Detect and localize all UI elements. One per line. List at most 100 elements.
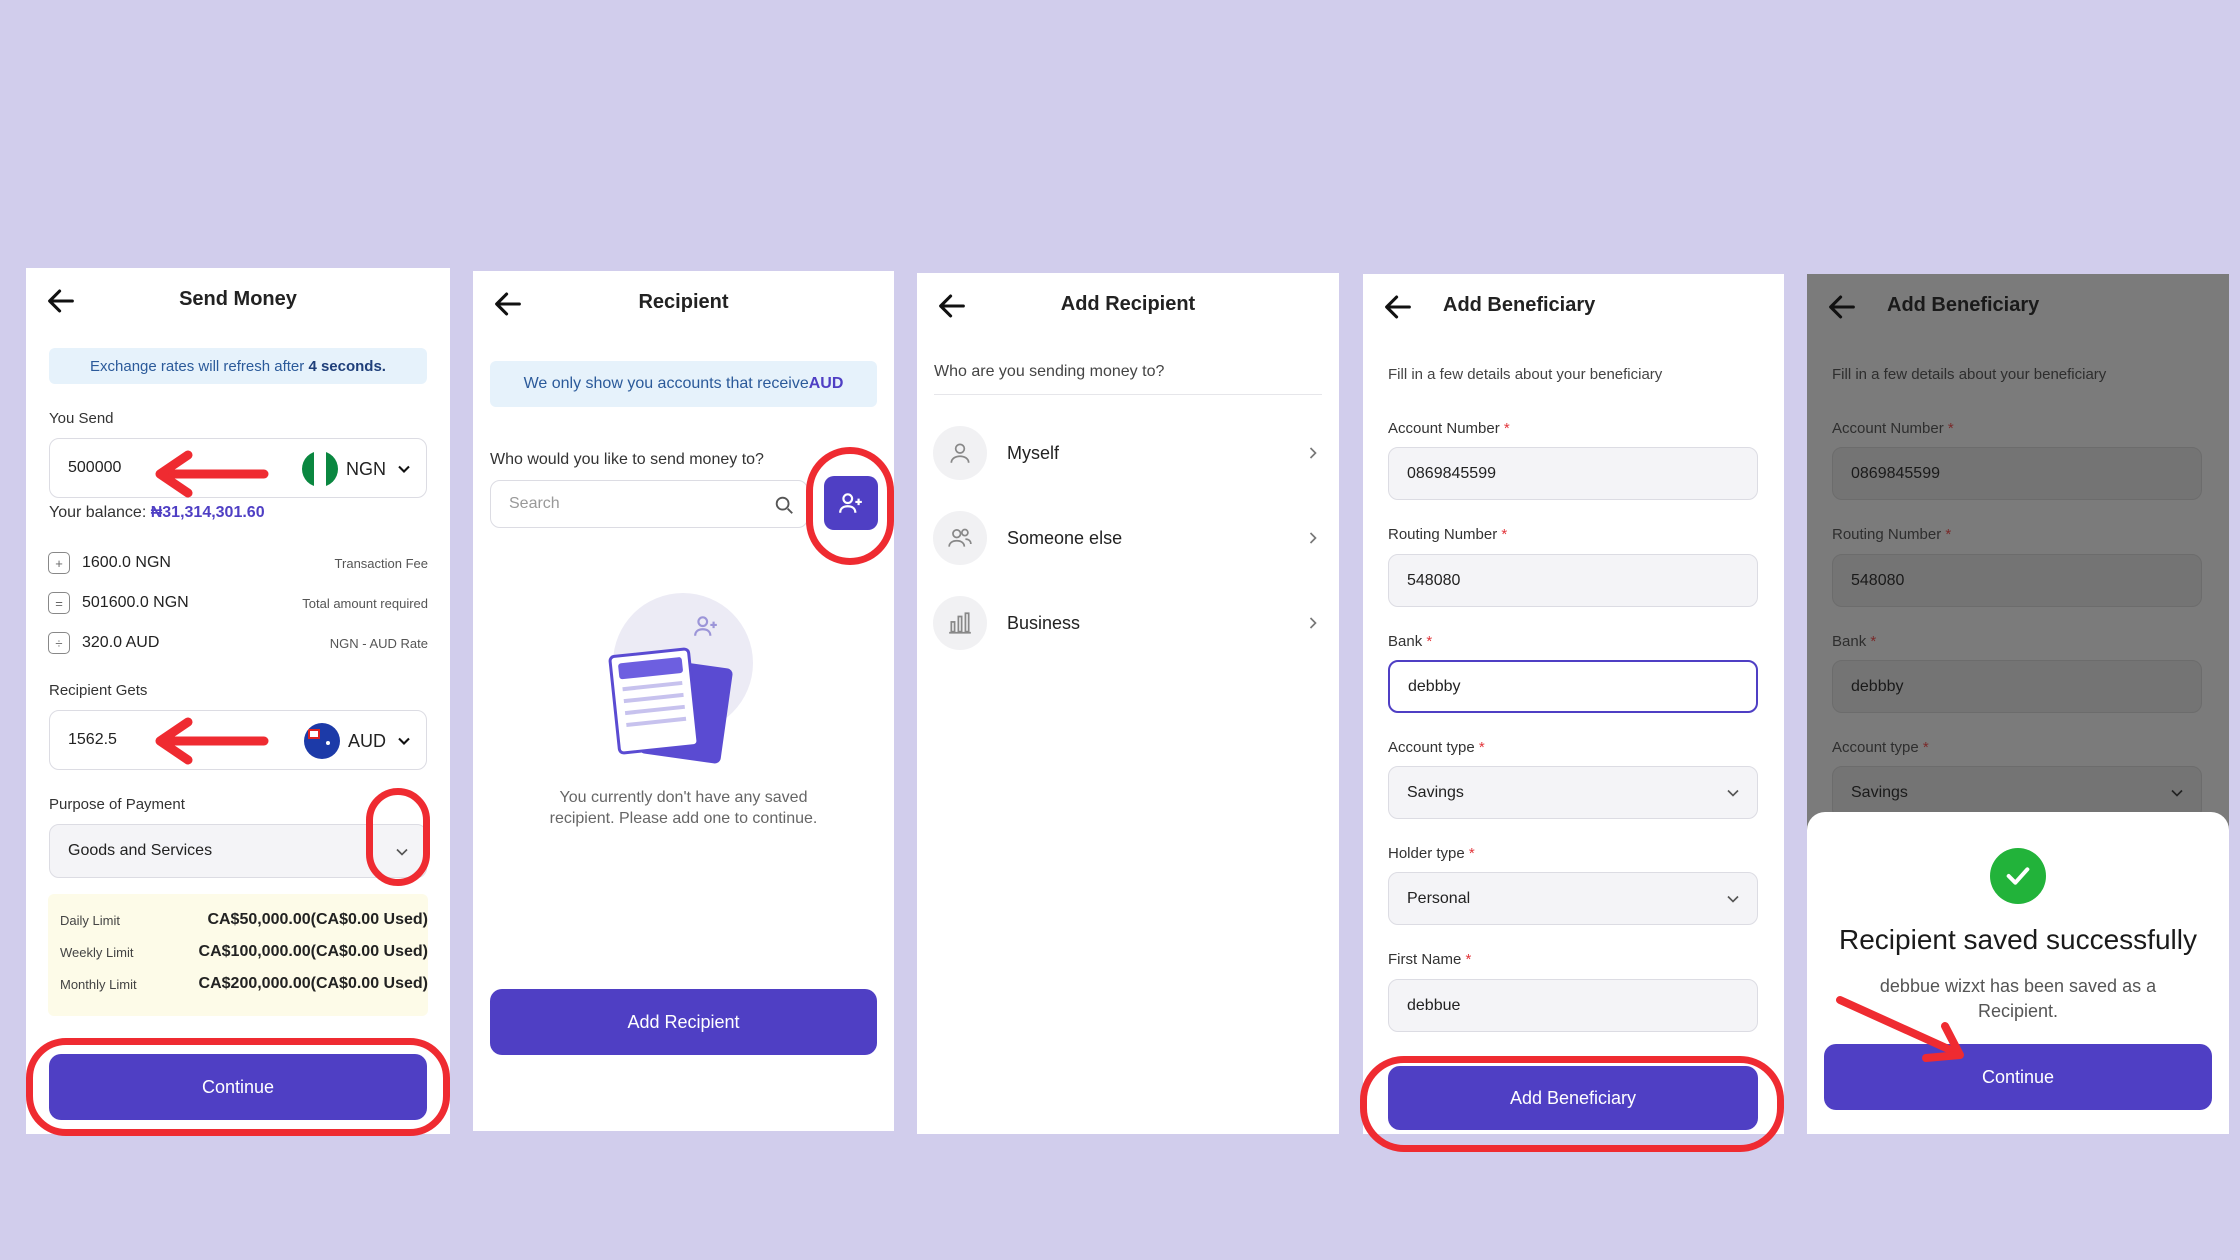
chevron-down-icon: [398, 465, 410, 473]
required-star: *: [1922, 739, 1929, 756]
success-modal: Recipient saved successfully debbue wizx…: [1807, 812, 2229, 1134]
user-icon: [933, 426, 987, 480]
bank-input[interactable]: debbby: [1388, 660, 1758, 713]
check-circle-icon: [1990, 848, 2046, 904]
first-name-label: First Name *: [1388, 951, 1471, 968]
required-star: *: [1468, 845, 1475, 862]
routing-number-label: Routing Number *: [1388, 526, 1507, 543]
required-star: *: [1870, 633, 1877, 650]
divide-icon: ÷: [48, 632, 70, 654]
option-myself[interactable]: Myself: [933, 423, 1323, 483]
search-placeholder: Search: [509, 495, 560, 512]
recipient-gets-label: Recipient Gets: [49, 682, 148, 699]
page-title: Add Beneficiary: [1443, 294, 1596, 316]
account-type-label: Account type *: [1388, 739, 1485, 756]
balance-label: Your balance:: [49, 504, 151, 521]
purpose-label: Purpose of Payment: [49, 796, 185, 813]
question-label: Who would you like to send money to?: [490, 451, 764, 468]
you-send-label: You Send: [49, 410, 114, 427]
add-beneficiary-screen: Add Beneficiary Fill in a few details ab…: [1363, 274, 1784, 1134]
limit-label: Daily Limit: [60, 912, 120, 928]
continue-button[interactable]: Continue: [49, 1054, 427, 1120]
search-input[interactable]: Search: [490, 480, 808, 528]
page-title: Recipient: [638, 291, 729, 313]
required-star: *: [1465, 951, 1472, 968]
recipient-gets-value: 1562.5: [68, 731, 117, 748]
continue-button[interactable]: Continue: [1824, 1044, 2212, 1110]
recv-currency-code: AUD: [347, 730, 386, 751]
bank-label: Bank *: [1832, 633, 1876, 650]
limit-value: CA$100,000.00(CA$0.00 Used): [198, 943, 428, 960]
account-number-label: Account Number *: [1388, 420, 1510, 437]
limits-panel: Daily Limit CA$50,000.00(CA$0.00 Used) We…: [48, 894, 428, 1016]
routing-number-label: Routing Number *: [1832, 526, 1951, 543]
option-label: Business: [1007, 612, 1081, 633]
field-label: Bank: [1388, 633, 1423, 650]
total-row: = 501600.0 NGN Total amount required: [48, 588, 428, 618]
add-beneficiary-success-screen: Add Beneficiary Fill in a few details ab…: [1807, 274, 2229, 1134]
recv-currency-select[interactable]: AUD: [303, 723, 414, 759]
balance-value: ₦31,314,301.60: [150, 504, 265, 521]
user-plus-icon: [839, 493, 862, 513]
holder-type-label: Holder type *: [1388, 845, 1475, 862]
option-someone-else[interactable]: Someone else: [933, 508, 1323, 568]
purpose-select[interactable]: Goods and Services: [49, 824, 427, 878]
equals-icon: =: [48, 592, 70, 614]
field-label: Bank: [1832, 633, 1867, 650]
banner-text: Exchange rates will refresh after: [90, 357, 305, 375]
total-desc: Total amount required: [302, 595, 428, 611]
account-number-input[interactable]: 0869845599: [1388, 447, 1758, 500]
required-star: *: [1947, 420, 1954, 437]
limit-value: CA$50,000.00(CA$0.00 Used): [207, 911, 428, 928]
field-label: First Name: [1388, 951, 1462, 968]
back-arrow-icon[interactable]: [1825, 290, 1859, 324]
chevron-down-icon: [398, 737, 410, 745]
divider: [934, 394, 1322, 395]
modal-line-1: debbue wizxt has been saved as a: [1879, 976, 2157, 996]
holder-type-select[interactable]: Personal: [1388, 872, 1758, 925]
add-recipient-icon-button[interactable]: [824, 476, 878, 530]
banner-bold: AUD: [808, 375, 844, 392]
subtitle: Fill in a few details about your benefic…: [1388, 366, 1663, 383]
chevron-right-icon: [1309, 532, 1317, 544]
page-title: Add Recipient: [1060, 293, 1196, 315]
empty-line-1: You currently don't have any saved: [559, 789, 808, 806]
first-name-input[interactable]: debbue: [1388, 979, 1758, 1032]
limit-label: Weekly Limit: [60, 944, 134, 960]
send-currency-select[interactable]: NGN: [302, 451, 414, 487]
you-send-input[interactable]: 500000 NGN: [49, 438, 427, 498]
rate-row: ÷ 320.0 AUD NGN - AUD Rate: [48, 628, 428, 658]
page-title: Add Beneficiary: [1887, 294, 2040, 316]
field-label: Account Number: [1832, 420, 1944, 437]
chevron-right-icon: [1309, 617, 1317, 629]
required-star: *: [1426, 633, 1433, 650]
users-icon: [933, 511, 987, 565]
option-business[interactable]: Business: [933, 593, 1323, 653]
chevron-down-icon: [2171, 789, 2183, 797]
add-recipient-button[interactable]: Add Recipient: [490, 989, 877, 1055]
rate-desc: NGN - AUD Rate: [329, 635, 428, 651]
weekly-limit-row: Weekly Limit CA$100,000.00(CA$0.00 Used): [60, 940, 428, 964]
option-label: Myself: [1007, 442, 1060, 463]
currency-banner: We only show you accounts that receive A…: [490, 361, 877, 407]
routing-number-input[interactable]: 548080: [1388, 554, 1758, 607]
add-beneficiary-button[interactable]: Add Beneficiary: [1388, 1066, 1758, 1130]
routing-number-input: 548080: [1832, 554, 2202, 607]
limit-label: Monthly Limit: [60, 976, 137, 992]
australia-flag-icon: [303, 723, 340, 759]
chevron-down-icon: [396, 848, 408, 856]
back-arrow-icon[interactable]: [1381, 290, 1415, 324]
total-value: 501600.0 NGN: [82, 594, 189, 611]
limit-value: CA$200,000.00(CA$0.00 Used): [198, 975, 428, 992]
recipient-screen: Recipient We only show you accounts that…: [473, 271, 894, 1131]
field-label: Account Number: [1388, 420, 1500, 437]
account-type-select[interactable]: Savings: [1388, 766, 1758, 819]
recipient-gets-input[interactable]: 1562.5 AUD: [49, 710, 427, 770]
add-recipient-screen: Add Recipient Who are you sending money …: [917, 273, 1339, 1134]
field-label: Routing Number: [1832, 526, 1942, 543]
empty-line-2: recipient. Please add one to continue.: [549, 810, 818, 827]
bank-label: Bank *: [1388, 633, 1432, 650]
bank-input: debbby: [1832, 660, 2202, 713]
send-currency-code: NGN: [346, 458, 386, 479]
nigeria-flag-icon: [302, 451, 338, 487]
